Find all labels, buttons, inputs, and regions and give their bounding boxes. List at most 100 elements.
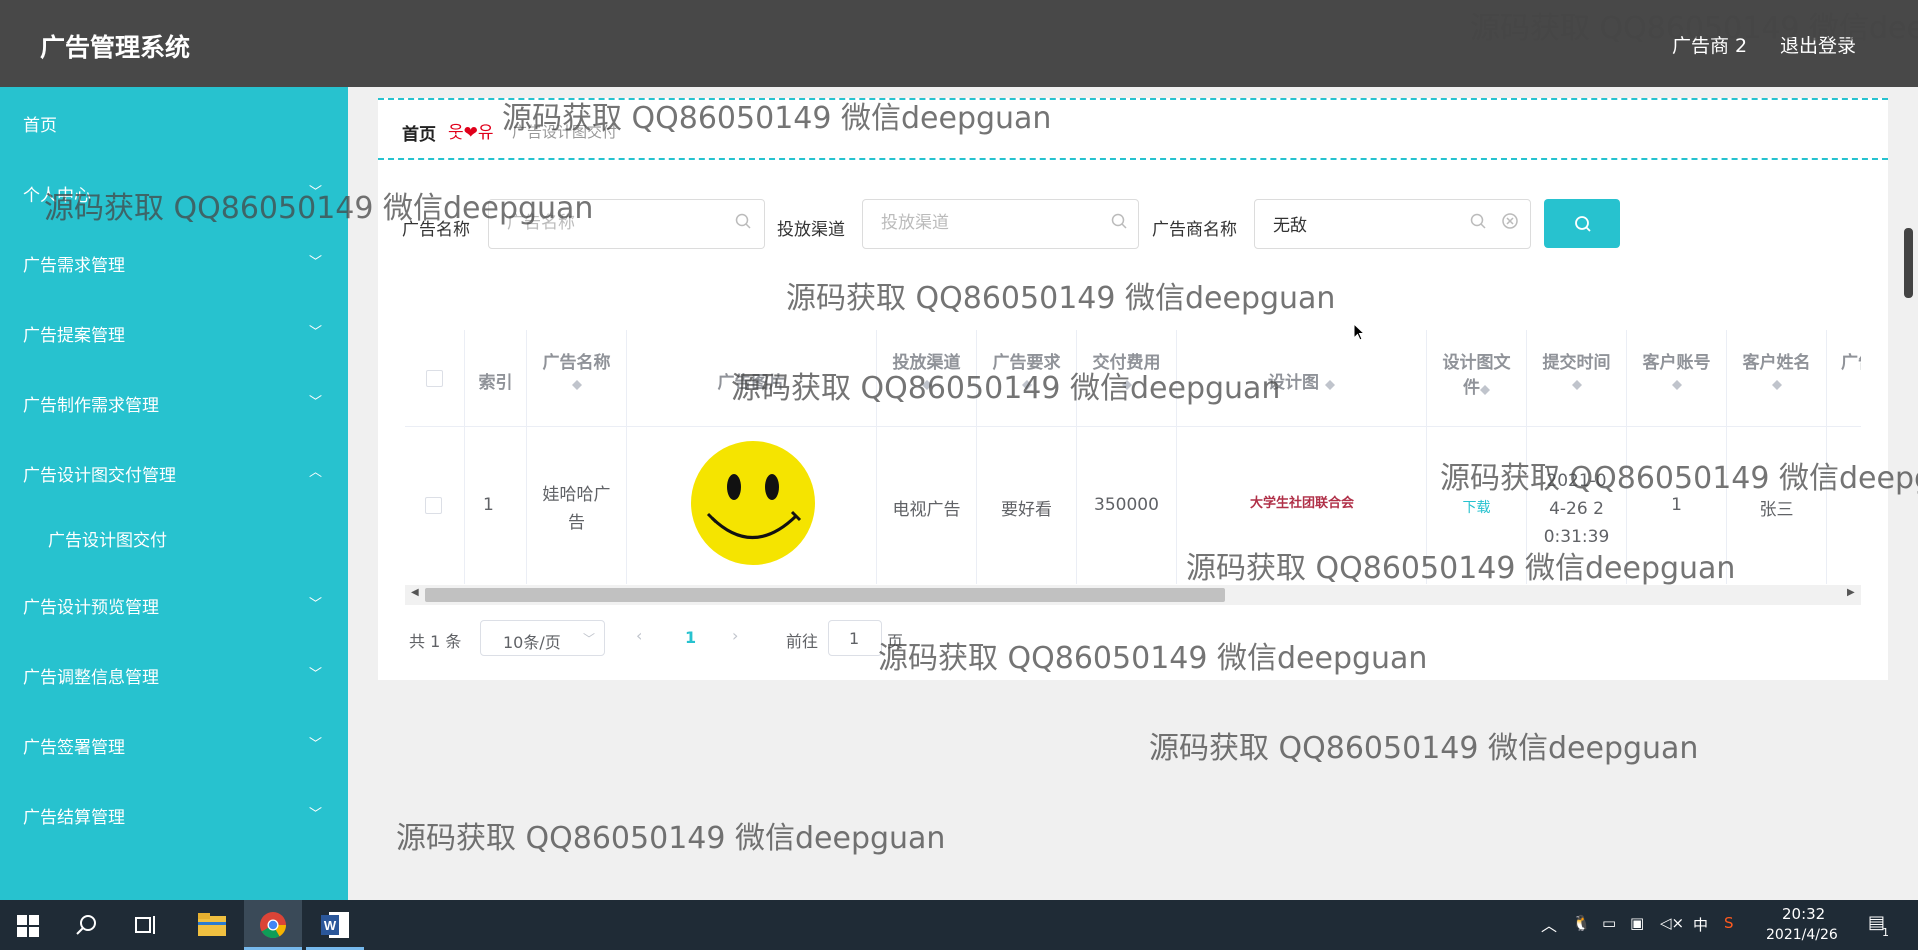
word-icon[interactable]: W xyxy=(306,900,364,950)
network-icon[interactable]: ▣ xyxy=(1630,914,1644,932)
column-header[interactable]: 投放渠道 xyxy=(877,330,977,426)
sidebar-item-settlement[interactable]: 广告结算管理 ﹀ xyxy=(0,789,348,839)
sidebar-item-label: 广告需求管理 xyxy=(23,256,125,276)
sidebar-item-ad-proposal[interactable]: 广告提案管理 ﹀ xyxy=(0,307,348,357)
sort-icon[interactable] xyxy=(1021,375,1032,391)
column-header[interactable]: 广告要求 xyxy=(977,330,1077,426)
sort-icon[interactable] xyxy=(1324,375,1335,391)
smiley-image[interactable] xyxy=(690,440,816,566)
clear-icon[interactable] xyxy=(1501,212,1519,230)
column-header[interactable]: 设计图文件 xyxy=(1427,330,1527,426)
top-bar: 广告管理系统 广告商 2 退出登录 xyxy=(0,0,1918,87)
file-explorer-icon[interactable] xyxy=(182,900,240,950)
sidebar-item-adjustment[interactable]: 广告调整信息管理 ﹀ xyxy=(0,649,348,699)
qq-icon[interactable]: 🐧 xyxy=(1572,914,1591,932)
ime-indicator[interactable]: 中 xyxy=(1693,914,1708,935)
sort-icon[interactable] xyxy=(921,375,932,391)
scroll-right-icon[interactable]: ▶ xyxy=(1847,587,1855,598)
select-all-checkbox[interactable] xyxy=(426,370,443,387)
ad-name-label: 广告名称 xyxy=(402,220,470,240)
sort-icon[interactable] xyxy=(1771,375,1782,391)
chevron-down-icon: ﹀ xyxy=(309,737,323,752)
page-size-select[interactable]: 10条/页 ﹀ xyxy=(480,620,605,656)
search-icon xyxy=(1111,213,1127,229)
download-link[interactable]: 下载 xyxy=(1427,427,1527,584)
design-image-cell: 大学生社团联合会 xyxy=(1177,427,1427,584)
column-header[interactable]: 广告号 xyxy=(1827,330,1861,426)
row-checkbox[interactable] xyxy=(425,497,442,514)
sidebar-item-design-preview[interactable]: 广告设计预览管理 ﹀ xyxy=(0,579,348,629)
sidebar-item-label: 广告制作需求管理 xyxy=(23,396,159,416)
chevron-down-icon: ﹀ xyxy=(309,597,323,612)
windows-taskbar: W ︿ 🐧 ▭ ▣ ◁× 中 S 20:32 2021/4/26 ▤ 1 xyxy=(0,900,1918,950)
channel-label: 投放渠道 xyxy=(777,220,845,240)
chrome-icon[interactable] xyxy=(244,900,302,950)
sidebar-item-label: 广告设计图交付 xyxy=(48,531,167,551)
next-page-icon[interactable]: › xyxy=(732,626,738,645)
chevron-up-icon[interactable]: ︿ xyxy=(1541,912,1557,936)
current-user[interactable]: 广告商 2 xyxy=(1672,31,1747,58)
channel-field[interactable] xyxy=(862,199,1139,249)
sort-icon[interactable] xyxy=(571,375,582,391)
sidebar-subitem-design-delivery[interactable]: 广告设计图交付 xyxy=(0,512,348,562)
clock-date[interactable]: 2021/4/26 xyxy=(1766,927,1838,943)
chevron-down-icon: ﹀ xyxy=(309,395,323,410)
search-icon xyxy=(735,213,751,229)
column-header[interactable]: 客户账号 xyxy=(1627,330,1727,426)
clock-time[interactable]: 20:32 xyxy=(1782,905,1825,923)
sidebar-item-profile[interactable]: 个人中心 ﹀ xyxy=(0,167,348,217)
chevron-down-icon: ﹀ xyxy=(309,185,323,200)
column-header[interactable]: 广告图片 xyxy=(627,330,877,426)
sidebar: 首页 个人中心 ﹀ 广告需求管理 ﹀ 广告提案管理 ﹀ 广告制作需求管理 ﹀ 广… xyxy=(0,87,348,900)
sort-icon[interactable] xyxy=(1480,380,1490,396)
sidebar-item-ad-production[interactable]: 广告制作需求管理 ﹀ xyxy=(0,377,348,427)
sogou-input-icon[interactable]: S xyxy=(1724,914,1734,932)
design-image[interactable]: 大学生社团联合会 xyxy=(1243,491,1361,517)
sidebar-item-ad-demand[interactable]: 广告需求管理 ﹀ xyxy=(0,237,348,287)
windows-start-icon[interactable] xyxy=(0,900,58,950)
page-size-value: 10条/页 xyxy=(503,633,561,652)
battery-icon[interactable]: ▭ xyxy=(1602,914,1616,932)
chevron-up-icon: ︿ xyxy=(309,465,323,480)
watermark: 源码获取 QQ86050149 微信deepguan xyxy=(1149,731,1699,766)
search-button[interactable] xyxy=(1544,199,1620,248)
advertiser-input[interactable] xyxy=(1273,213,1473,233)
scrollbar-thumb[interactable] xyxy=(425,588,1225,602)
sidebar-item-label: 个人中心 xyxy=(23,186,91,206)
search-icon xyxy=(1470,213,1486,229)
sidebar-item-home[interactable]: 首页 xyxy=(0,97,348,147)
sidebar-item-signing[interactable]: 广告签署管理 ﹀ xyxy=(0,719,348,769)
task-view-icon[interactable] xyxy=(116,900,174,950)
column-header[interactable]: 广告名称 xyxy=(527,330,627,426)
sort-icon[interactable] xyxy=(1571,375,1582,391)
scroll-left-icon[interactable]: ◀ xyxy=(411,587,419,598)
ad-name-input[interactable] xyxy=(507,213,707,233)
prev-page-icon[interactable]: ‹ xyxy=(636,626,642,645)
column-header[interactable]: 客户姓名 xyxy=(1727,330,1827,426)
ad-name-field[interactable] xyxy=(488,199,765,249)
goto-label: 前往 xyxy=(786,632,819,651)
sidebar-item-label: 广告提案管理 xyxy=(23,326,125,346)
table-cell: 电视广告 xyxy=(877,427,977,584)
table-cell: 1 xyxy=(1627,427,1727,584)
mouse-cursor-icon xyxy=(1353,323,1365,341)
column-header[interactable]: 索引 xyxy=(465,330,527,426)
search-icon[interactable] xyxy=(58,900,116,950)
sidebar-item-design-delivery-mgmt[interactable]: 广告设计图交付管理 ︿ xyxy=(0,447,348,497)
column-header[interactable]: 设计图 xyxy=(1177,330,1427,426)
current-page[interactable]: 1 xyxy=(685,628,696,647)
horizontal-scrollbar[interactable]: ◀ ▶ xyxy=(405,585,1861,605)
goto-input[interactable]: 1 xyxy=(828,620,882,656)
select-all-header xyxy=(405,330,465,426)
channel-input[interactable] xyxy=(881,213,1081,233)
sort-icon[interactable] xyxy=(1121,375,1132,391)
column-header[interactable]: 提交时间 xyxy=(1527,330,1627,426)
column-header[interactable]: 交付费用 xyxy=(1077,330,1177,426)
page-scrollbar[interactable] xyxy=(1904,228,1913,298)
advertiser-field[interactable] xyxy=(1254,199,1531,249)
breadcrumb-home[interactable]: 首页 xyxy=(402,120,436,145)
volume-icon[interactable]: ◁× xyxy=(1660,914,1684,932)
sort-icon[interactable] xyxy=(1671,375,1682,391)
logout-link[interactable]: 退出登录 xyxy=(1780,31,1856,58)
table-cell: 2021-04-26 20:31:39 xyxy=(1527,427,1627,584)
